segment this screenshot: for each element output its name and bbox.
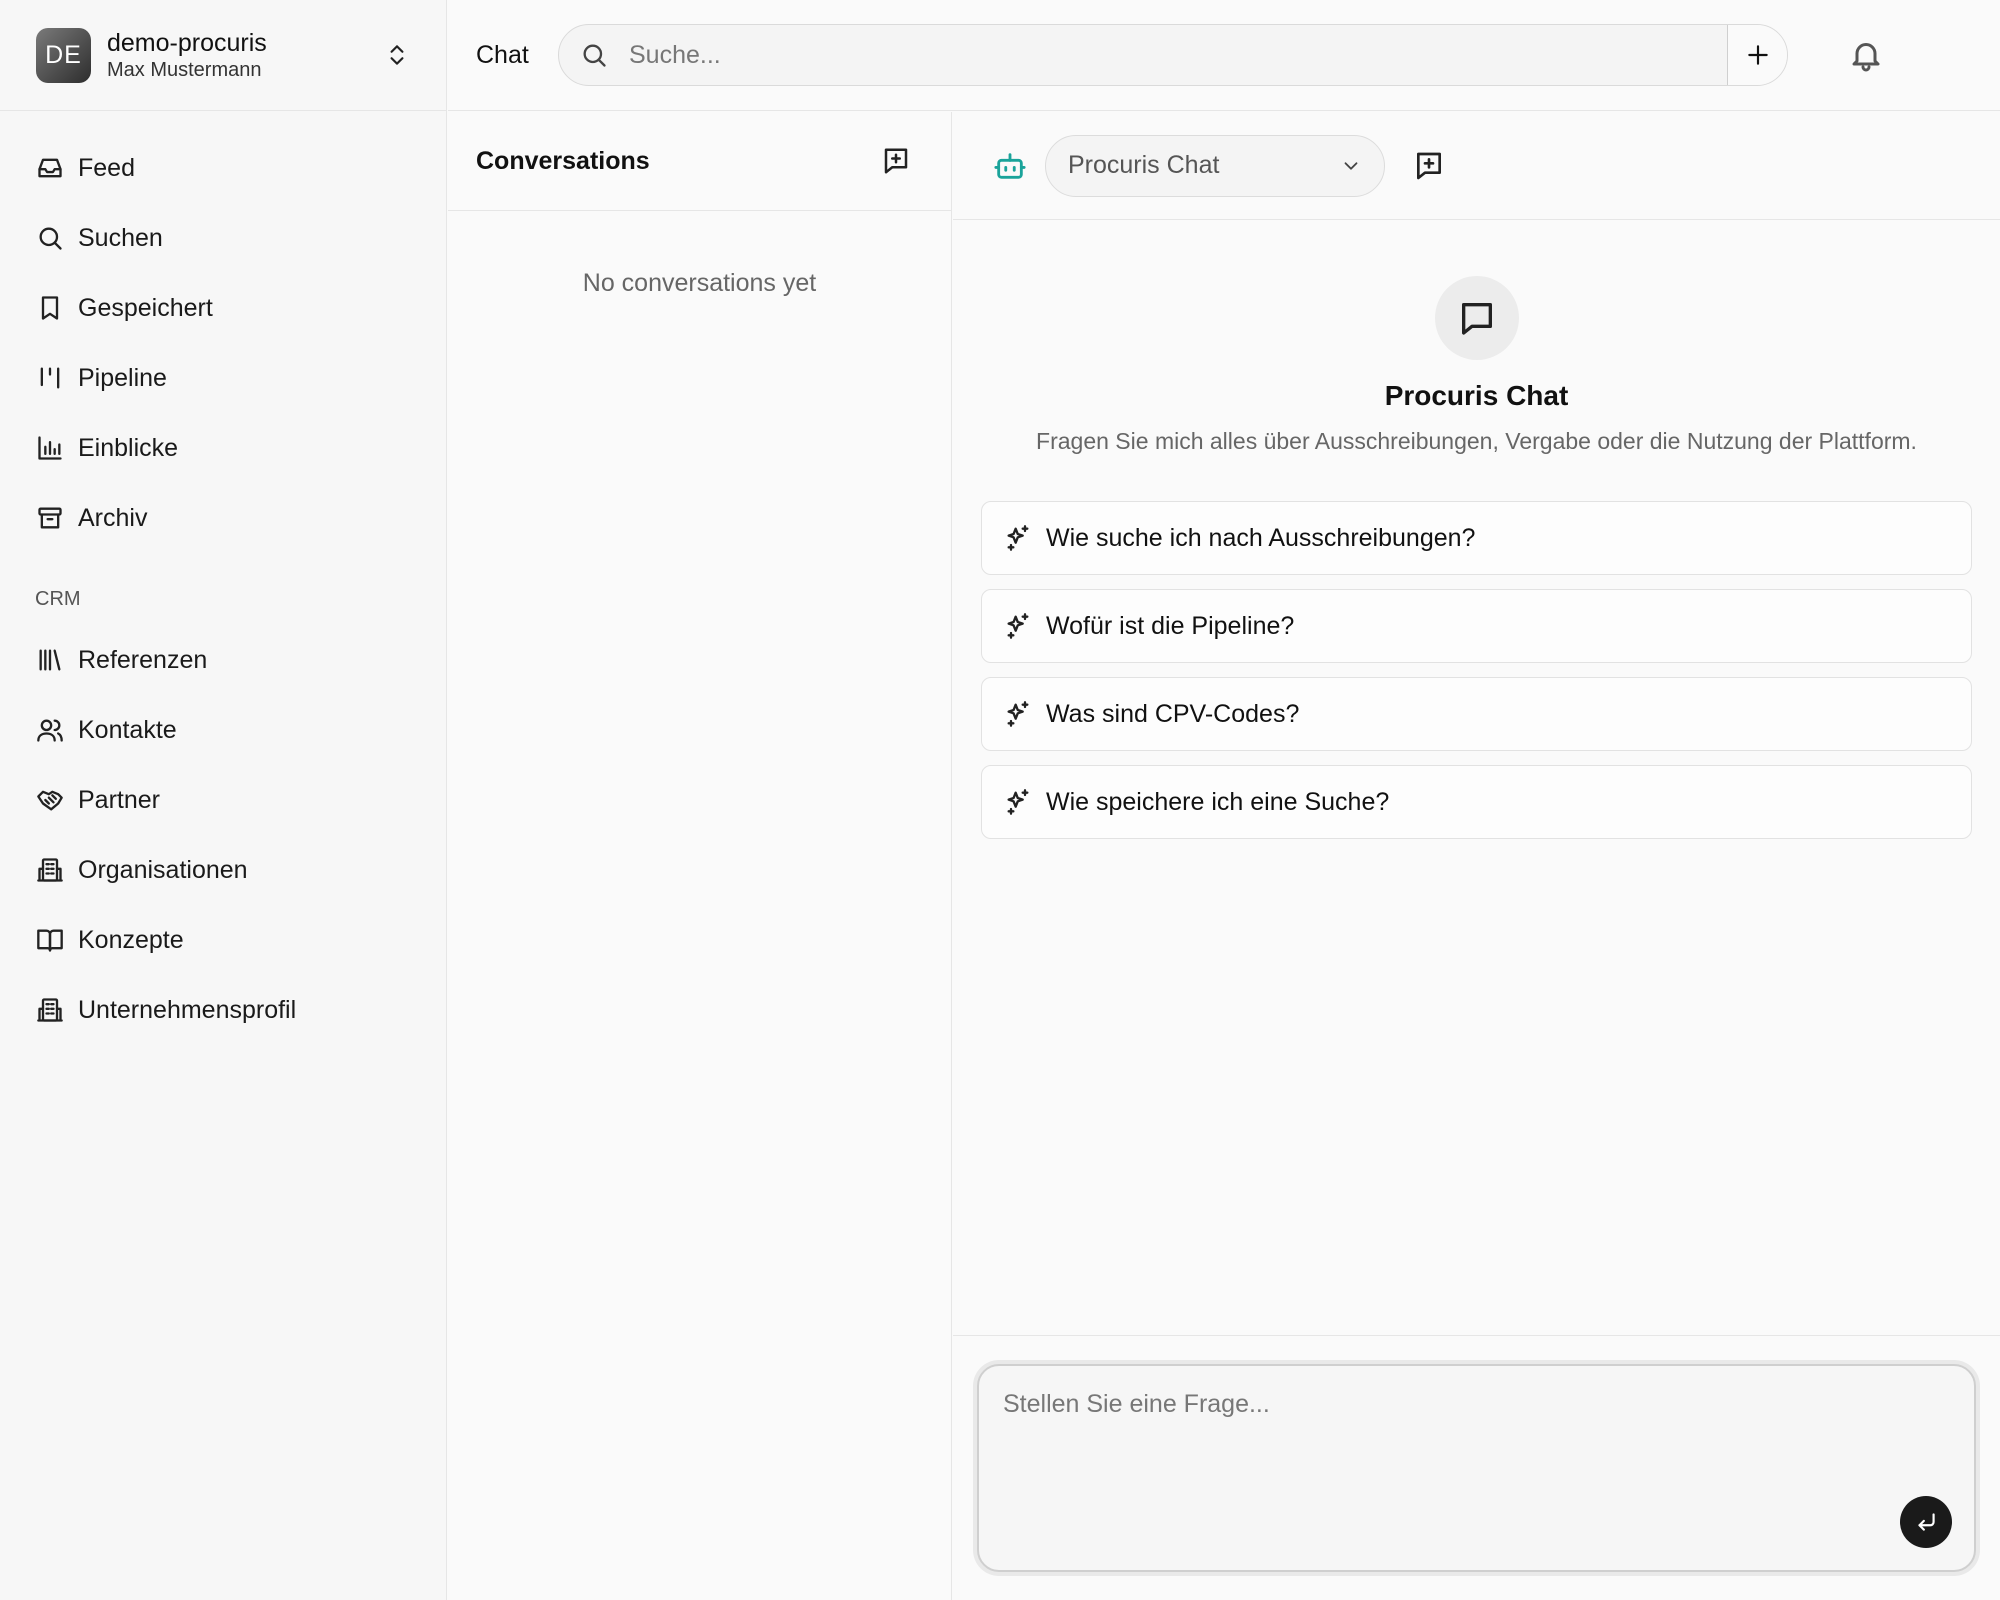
sidebar-item-label: Kontakte <box>78 715 177 744</box>
sidebar-item-label: Referenzen <box>78 645 208 674</box>
building-icon <box>37 998 63 1022</box>
welcome-title: Procuris Chat <box>1384 380 1569 411</box>
inbox-icon <box>38 158 62 178</box>
bookmark-icon <box>41 296 59 320</box>
sparkles-icon <box>1007 613 1029 639</box>
model-select-value: Procuris Chat <box>1068 151 1220 179</box>
suggestion-item[interactable]: Wofür ist die Pipeline? <box>981 589 1972 663</box>
suggestion-label: Wofür ist die Pipeline? <box>1046 611 1295 640</box>
welcome-block: Procuris Chat Fragen Sie mich alles über… <box>953 276 2000 455</box>
message-square-icon <box>1461 303 1492 335</box>
sidebar-item-gespeichert[interactable]: Gespeichert <box>0 273 446 343</box>
plus-icon <box>1747 45 1768 65</box>
suggestion-item[interactable]: Wie suche ich nach Ausschreibungen? <box>981 501 1972 575</box>
sidebar-item-organisationen[interactable]: Organisationen <box>0 835 446 905</box>
users-icon <box>37 719 63 742</box>
suggestion-label: Was sind CPV-Codes? <box>1046 699 1300 728</box>
sidebar-item-label: Unternehmensprofil <box>78 995 297 1024</box>
new-conversation-icon[interactable] <box>881 146 911 176</box>
sidebar-item-kontakte[interactable]: Kontakte <box>0 695 446 765</box>
book-open-icon <box>37 929 63 952</box>
message-input[interactable] <box>979 1366 1974 1570</box>
sidebar-item-partner[interactable]: Partner <box>0 765 446 835</box>
welcome-subtitle: Fragen Sie mich alles über Ausschreibung… <box>1036 428 1917 454</box>
workspace-switcher[interactable]: DE demo-procuris Max Mustermann <box>0 0 446 111</box>
sparkles-icon <box>1007 701 1029 727</box>
workspace-user: Max Mustermann <box>107 59 262 81</box>
sidebar-item-einblicke[interactable]: Einblicke <box>0 413 446 483</box>
search-icon-wrap <box>559 25 629 85</box>
sparkles-icon <box>1007 525 1029 551</box>
chat-panel: Procuris Chat Procuris Chat Fragen Sie m… <box>953 112 2000 1600</box>
main-nav: Feed Suchen Gespeichert Pipeline Einblic… <box>0 111 446 1045</box>
sidebar-item-label: Einblicke <box>78 433 179 462</box>
suggestions-list: Wie suche ich nach Ausschreibungen? Wofü… <box>953 501 2000 839</box>
sidebar-item-label: Pipeline <box>78 363 167 392</box>
building-icon <box>37 858 63 882</box>
sparkles-icon <box>1007 789 1029 815</box>
sidebar-item-pipeline[interactable]: Pipeline <box>0 343 446 413</box>
sidebar-item-unternehmensprofil[interactable]: Unternehmensprofil <box>0 975 446 1045</box>
sidebar-item-label: Gespeichert <box>78 293 213 322</box>
library-icon <box>39 649 61 671</box>
suggestion-label: Wie suche ich nach Ausschreibungen? <box>1046 523 1476 552</box>
sidebar: DE demo-procuris Max Mustermann Feed Suc… <box>0 0 447 1600</box>
sidebar-item-label: Archiv <box>78 503 148 532</box>
top-bar: Chat <box>448 0 2000 111</box>
bell-icon[interactable] <box>1848 37 1884 73</box>
page-title: Chat <box>476 40 529 69</box>
sidebar-item-feed[interactable]: Feed <box>0 133 446 203</box>
conversations-panel: Conversations No conversations yet <box>448 112 952 1600</box>
global-search <box>558 24 1788 86</box>
handshake-icon <box>37 790 63 811</box>
pipeline-icon <box>40 367 60 389</box>
workspace-avatar: DE <box>36 27 91 83</box>
sidebar-item-referenzen[interactable]: Referenzen <box>0 625 446 695</box>
conversations-title: Conversations <box>476 146 650 175</box>
search-input[interactable] <box>629 25 1727 85</box>
sidebar-item-suchen[interactable]: Suchen <box>0 203 446 273</box>
bot-icon <box>994 152 1026 179</box>
enter-arrow-icon <box>1918 1513 1935 1531</box>
model-select[interactable]: Procuris Chat <box>1045 134 1385 197</box>
suggestion-item[interactable]: Wie speichere ich eine Suche? <box>981 765 1972 839</box>
conversations-header: Conversations <box>448 112 951 211</box>
sidebar-item-label: Konzepte <box>78 925 184 954</box>
sidebar-item-konzepte[interactable]: Konzepte <box>0 905 446 975</box>
sidebar-item-label: Partner <box>78 785 160 814</box>
suggestion-label: Wie speichere ich eine Suche? <box>1046 787 1390 816</box>
workspace-name: demo-procuris <box>107 29 267 57</box>
composer-area <box>953 1335 2000 1600</box>
chevron-down-icon <box>1344 161 1358 170</box>
sidebar-item-label: Feed <box>78 153 135 182</box>
workspace-info: demo-procuris Max Mustermann <box>107 28 384 82</box>
archive-icon <box>38 507 62 529</box>
message-composer <box>977 1364 1976 1572</box>
crm-section-label: CRM <box>35 588 81 610</box>
send-button[interactable] <box>1900 1496 1952 1548</box>
sidebar-item-label: Suchen <box>78 223 163 252</box>
new-chat-icon[interactable] <box>1413 150 1445 182</box>
search-icon <box>39 227 62 250</box>
conversations-empty: No conversations yet <box>582 269 817 297</box>
chat-header: Procuris Chat <box>953 112 2000 220</box>
sidebar-item-archiv[interactable]: Archiv <box>0 483 446 553</box>
suggestion-item[interactable]: Was sind CPV-Codes? <box>981 677 1972 751</box>
chevrons-up-down-icon[interactable] <box>384 40 410 70</box>
welcome-badge <box>1434 276 1519 360</box>
search-add-button[interactable] <box>1727 25 1787 85</box>
sidebar-item-label: Organisationen <box>78 855 248 884</box>
search-icon <box>583 44 606 67</box>
bar-chart-icon <box>38 436 62 460</box>
